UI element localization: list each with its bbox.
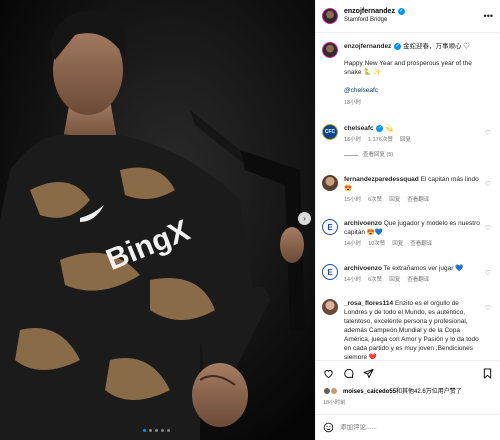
comment-likes[interactable]: 10次赞 [368,240,385,249]
caption-username[interactable]: enzojfernandez [344,43,391,50]
avatar [330,386,338,395]
chevron-right-icon: › [303,214,306,223]
reply-button[interactable]: 回复 [392,240,403,249]
post-time: 18小时前 [323,400,346,406]
reply-button[interactable]: 回复 [389,196,400,205]
header-location[interactable]: Stamford Bridge [344,16,405,25]
heart-icon[interactable]: ♡ [485,269,491,277]
post-photo[interactable]: BingX › [0,0,315,440]
comment-username[interactable]: _rosa_flores114 [344,300,393,307]
carousel-dots [143,429,170,432]
caption-mention[interactable]: @chelseafc [344,86,482,95]
avatar[interactable]: E [322,219,338,235]
list-item: fernandezparedessquad El capitán más lin… [316,175,500,205]
bookmark-icon[interactable] [482,368,493,379]
list-item: E archivoenzo Que jugador y modelo es nu… [316,219,500,249]
post-side-panel: enzojfernandez ✓ Stamford Bridge ••• enz… [315,0,500,440]
comment-username[interactable]: fernandezparedessquad [344,176,419,183]
verified-icon: ✓ [376,124,384,132]
caption: enzojfernandez ✓ 金蛇迎春，万事顺心 ♡ Happy New Y… [316,42,500,108]
verified-icon: ✓ [394,42,402,50]
likes-rest: 和其他42.6万位用户赞了 [396,389,462,395]
caption-time: 18小时 [344,100,362,106]
avatar[interactable] [322,299,338,315]
post-header: enzojfernandez ✓ Stamford Bridge ••• [316,0,500,33]
heart-icon[interactable]: ♡ [485,224,491,232]
translate-button[interactable]: 查看翻译 [407,196,429,205]
likes-username[interactable]: moises_caicedo55 [343,389,396,395]
comment-time: 15小时 [344,197,362,203]
list-item: E archivoenzo Te extrañamos ver jugar 💙 … [316,264,500,285]
emoji-icon[interactable] [323,422,334,433]
post-actions-bar [316,360,500,386]
add-comment-bar [316,414,500,440]
list-item: CFC chelseafc ✓ 💫 18小时 1,176次赞 回复 查看回复 (… [316,124,500,160]
reply-button[interactable]: 回复 [400,136,411,145]
heart-icon[interactable]: ♡ [485,180,491,188]
comment-likes[interactable]: 1,176次赞 [368,136,393,145]
avatar[interactable]: E [322,264,338,280]
carousel-dot [143,429,146,432]
comment-username[interactable]: archivoenzo [344,265,382,272]
carousel-dot [161,429,164,432]
avatar[interactable] [322,42,338,58]
avatar[interactable] [322,175,338,191]
caption-inline-text: 金蛇迎春，万事顺心 ♡ [402,43,470,50]
comment-icon[interactable] [343,368,354,379]
heart-icon[interactable] [323,368,334,379]
translate-button[interactable]: 查看翻译 [407,276,429,285]
caption-text: Happy New Year and prosperous year of th… [344,60,472,76]
view-replies-button[interactable]: 查看回复 (5) [344,151,482,160]
comment-time: 14小时 [344,277,362,283]
photo-illustration: BingX [0,0,315,440]
comment-username[interactable]: chelseafc [344,125,374,132]
carousel-dot [167,429,170,432]
translate-button[interactable]: 查看翻译 [410,240,432,249]
carousel-dot [155,429,158,432]
heart-icon[interactable]: ♡ [485,129,491,137]
comment-text: 💫 [385,125,394,132]
divider [344,155,358,156]
carousel-next-button[interactable]: › [298,212,311,225]
view-replies-label: 查看回复 (5) [363,152,394,158]
more-horizontal-icon[interactable]: ••• [484,11,493,21]
comment-text: Te extrañamos ver jugar 💙 [383,265,464,272]
list-item: _rosa_flores114 Enzito es el orgullo de … [316,299,500,359]
heart-icon[interactable]: ♡ [485,304,491,312]
avatar[interactable]: CFC [322,124,338,140]
carousel-dot [149,429,152,432]
comment-time: 14小时 [344,241,362,247]
comments-list: enzojfernandez ✓ 金蛇迎春，万事顺心 ♡ Happy New Y… [316,34,500,359]
comment-text: Enzito es el orgullo de Londres y de tod… [344,300,479,359]
comment-time: 18小时 [344,137,362,143]
comment-username[interactable]: archivoenzo [344,220,382,227]
comment-input[interactable] [340,424,493,431]
share-icon[interactable] [363,368,374,379]
avatar[interactable] [322,8,338,24]
header-username[interactable]: enzojfernandez [344,8,395,15]
comment-likes[interactable]: 6次赞 [368,196,382,205]
reply-button[interactable]: 回复 [389,276,400,285]
verified-icon: ✓ [397,7,405,15]
likes-summary[interactable]: moises_caicedo55和其他42.6万位用户赞了 [323,386,493,395]
comment-likes[interactable]: 6次赞 [368,276,382,285]
